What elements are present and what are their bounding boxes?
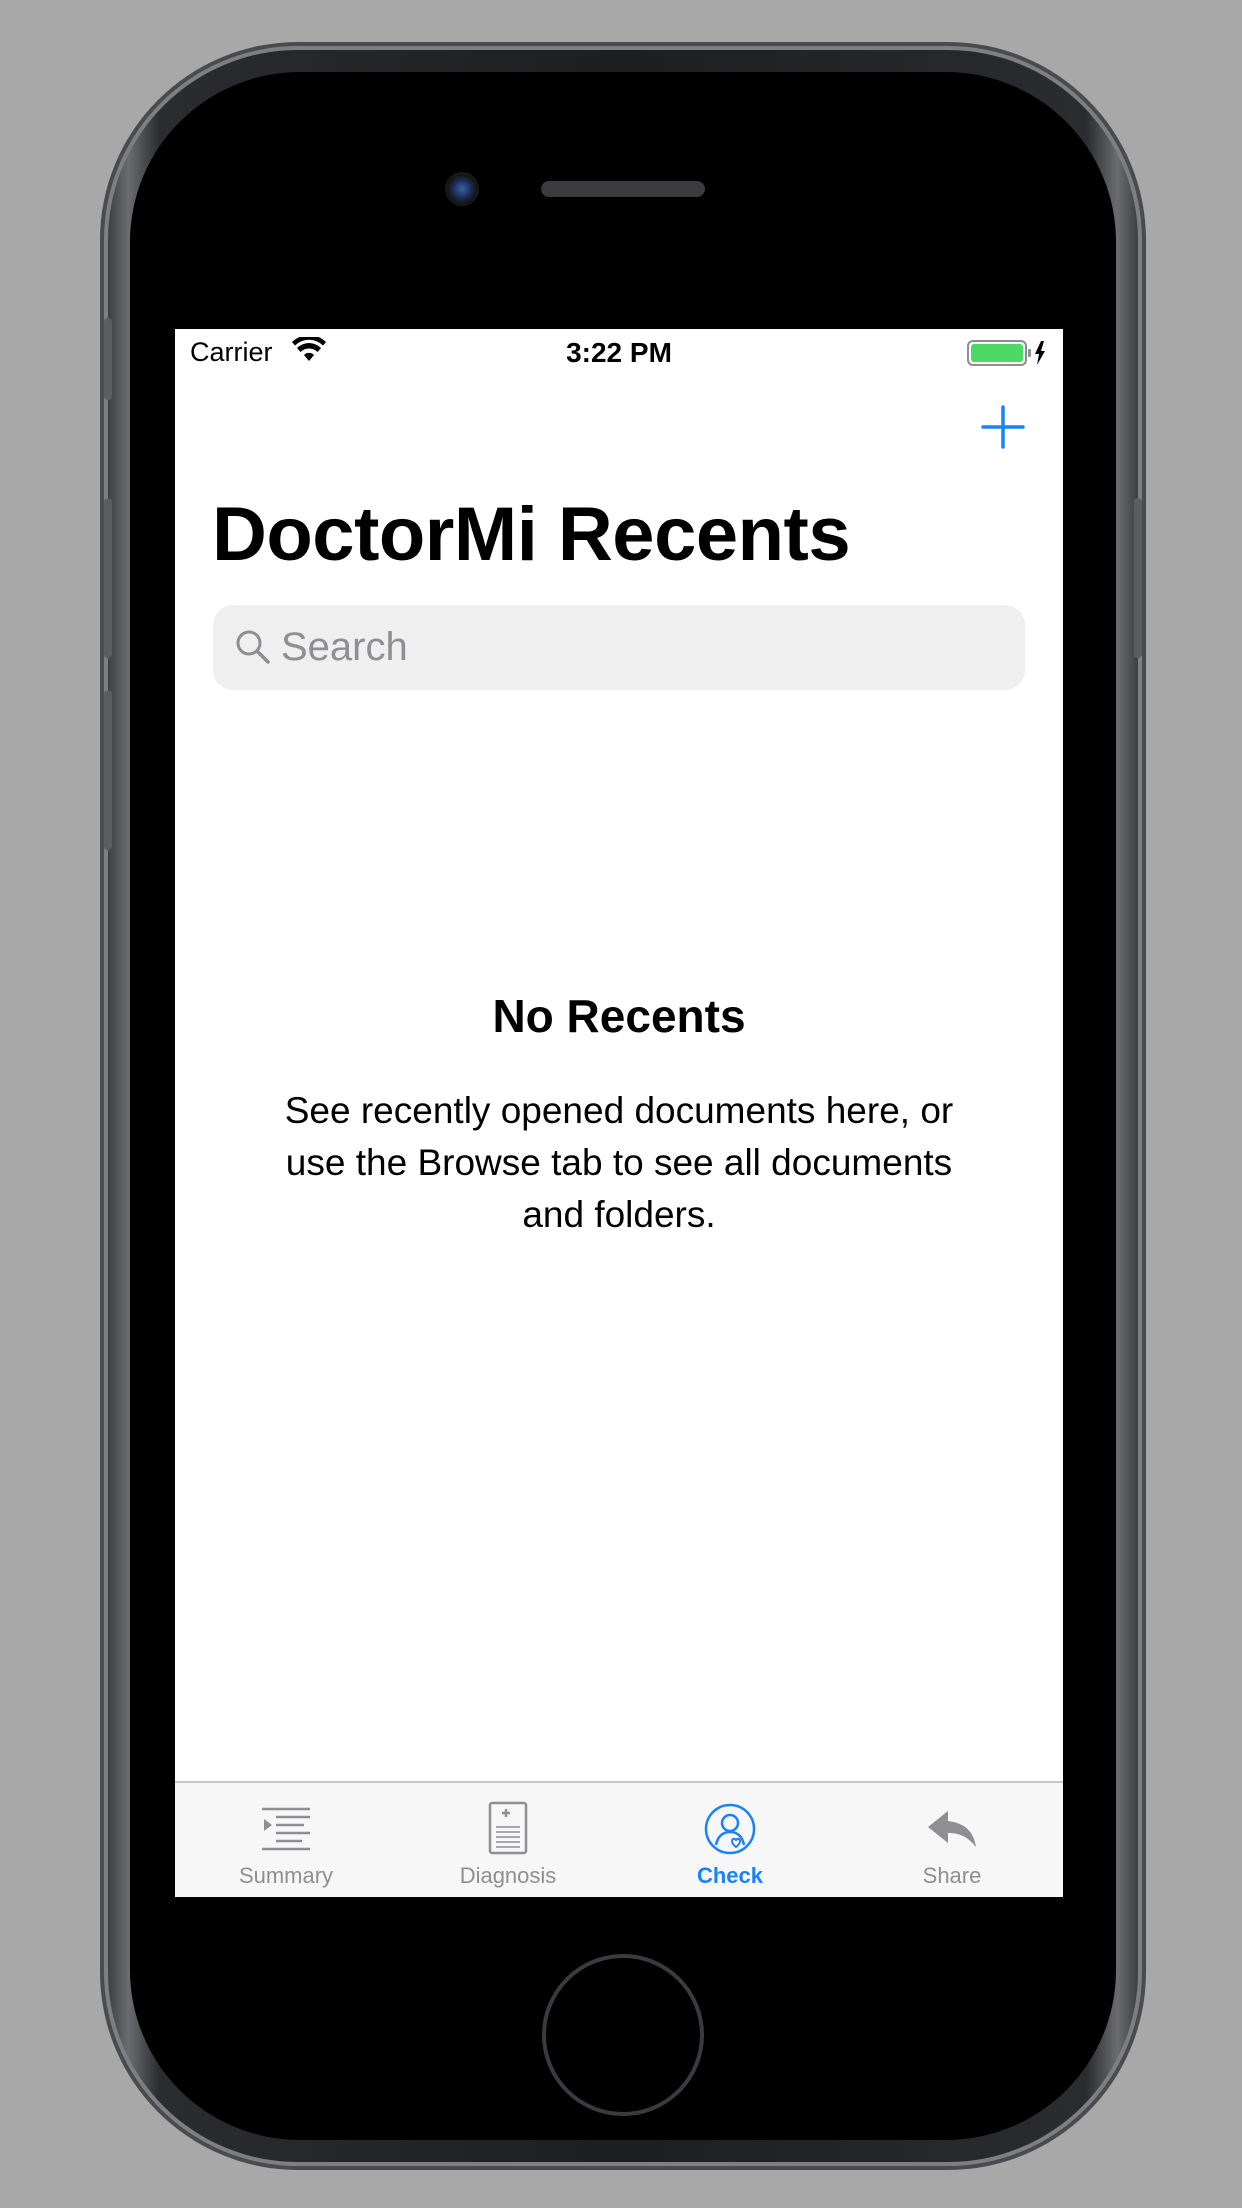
page-title: DoctorMi Recents — [212, 492, 851, 577]
front-camera — [445, 172, 479, 206]
battery-icon — [967, 340, 1045, 366]
charging-bolt-icon — [1035, 341, 1045, 365]
volume-up-button — [104, 498, 112, 658]
search-icon — [236, 630, 270, 664]
search-input[interactable] — [281, 605, 1001, 690]
volume-down-button — [104, 690, 112, 850]
app-screen: Carrier 3:22 PM DoctorMi Recents No Rece… — [175, 329, 1063, 1897]
power-button — [1134, 498, 1142, 658]
empty-state-title: No Recents — [492, 990, 746, 1042]
tab-summary[interactable]: Summary — [175, 1783, 397, 1897]
check-person-icon — [704, 1803, 756, 1855]
tab-bar: Summary Diagnosis Check Share — [175, 1781, 1063, 1897]
tab-label: Check — [696, 1863, 764, 1888]
tab-diagnosis[interactable]: Diagnosis — [397, 1783, 619, 1897]
status-time: 3:22 PM — [566, 337, 672, 368]
tab-share[interactable]: Share — [841, 1783, 1063, 1897]
plus-icon[interactable] — [979, 403, 1027, 451]
search-bar[interactable] — [213, 605, 1025, 690]
tab-check[interactable]: Check — [619, 1783, 841, 1897]
tab-label: Share — [922, 1863, 982, 1888]
empty-state-description: See recently opened documents here, or u… — [284, 1090, 954, 1235]
earpiece-speaker — [541, 181, 705, 197]
home-button[interactable] — [542, 1954, 704, 2116]
mute-switch — [104, 318, 112, 400]
tab-label: Summary — [238, 1863, 334, 1888]
diagnosis-document-icon — [488, 1801, 528, 1855]
tab-label: Diagnosis — [459, 1863, 557, 1888]
status-bar: Carrier 3:22 PM — [175, 329, 1063, 379]
share-reply-icon — [928, 1811, 976, 1847]
summary-list-icon — [262, 1807, 310, 1851]
